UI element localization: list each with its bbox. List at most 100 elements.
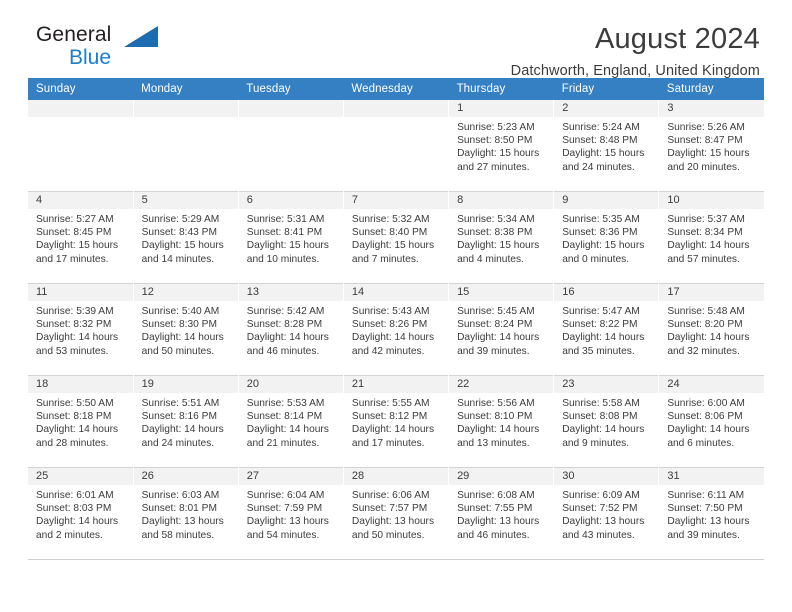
daylight-duration-line1: Daylight: 14 hours <box>351 424 435 436</box>
calendar-day-cell[interactable]: 26 Sunrise: 6:03 AM Sunset: 8:01 PM Dayligh… <box>133 467 239 559</box>
calendar-day-cell[interactable]: 5 Sunrise: 5:29 AM Sunset: 8:43 PM Daylight… <box>133 191 239 284</box>
calendar-day-cell[interactable]: 16 Sunrise: 5:47 AM Sunset: 8:22 PM Dayligh… <box>553 283 660 376</box>
day-cell-content <box>343 100 449 191</box>
calendar-day-cell[interactable]: 21 Sunrise: 5:55 AM Sunset: 8:12 PM Dayligh… <box>343 375 450 468</box>
calendar-day-cell[interactable]: 31 Sunrise: 6:11 AM Sunset: 7:50 PM Dayligh… <box>658 467 764 559</box>
sunset-time: Sunset: 8:40 PM <box>351 227 428 239</box>
day-number: 3 <box>659 100 764 117</box>
sunrise-time: Sunrise: 5:40 AM <box>141 306 220 317</box>
calendar-day-cell[interactable]: 15 Sunrise: 5:45 AM Sunset: 8:24 PM Dayligh… <box>448 283 555 376</box>
calendar-day-cell[interactable]: 19 Sunrise: 5:51 AM Sunset: 8:16 PM Dayligh… <box>133 375 239 468</box>
daylight-duration-line2: and 10 minutes. <box>246 253 320 265</box>
daylight-duration-line2: and 43 minutes. <box>562 529 635 541</box>
calendar-empty-cell <box>343 100 450 192</box>
day-detail-lines: Sunrise: 5:34 AM Sunset: 8:38 PM Daylight:… <box>449 209 553 266</box>
calendar-day-cell[interactable]: 29 Sunrise: 6:08 AM Sunset: 7:55 PM Dayligh… <box>448 467 555 559</box>
day-cell-content: 22 Sunrise: 5:56 AM Sunset: 8:10 PM Dayligh… <box>449 376 554 467</box>
day-cell-content: 7 Sunrise: 5:32 AM Sunset: 8:40 PM Daylight… <box>343 192 449 283</box>
sunset-time: Sunset: 7:59 PM <box>246 503 323 515</box>
calendar-day-cell[interactable]: 6 Sunrise: 5:31 AM Sunset: 8:41 PM Daylight… <box>238 191 344 284</box>
calendar-day-cell[interactable]: 3 Sunrise: 5:26 AM Sunset: 8:47 PM Daylight… <box>658 100 764 192</box>
sunrise-time: Sunrise: 6:09 AM <box>562 490 640 501</box>
day-detail-lines: Sunrise: 5:35 AM Sunset: 8:36 PM Daylight:… <box>554 209 658 266</box>
page-title: August 2024 <box>594 23 760 55</box>
calendar-day-cell[interactable]: 11 Sunrise: 5:39 AM Sunset: 8:32 PM Dayligh… <box>28 283 134 376</box>
day-number: 11 <box>28 284 133 301</box>
calendar-day-cell[interactable]: 22 Sunrise: 5:56 AM Sunset: 8:10 PM Dayligh… <box>448 375 555 468</box>
daylight-duration-line1: Daylight: 15 hours <box>667 148 750 160</box>
calendar-day-cell[interactable]: 9 Sunrise: 5:35 AM Sunset: 8:36 PM Daylight… <box>553 191 660 284</box>
day-detail-lines: Sunrise: 6:01 AM Sunset: 8:03 PM Daylight:… <box>28 485 133 542</box>
table-bottom-rule <box>28 559 764 560</box>
daylight-duration-line1: Daylight: 13 hours <box>562 516 645 528</box>
sunrise-time: Sunrise: 5:34 AM <box>457 214 535 225</box>
day-cell-content: 4 Sunrise: 5:27 AM Sunset: 8:45 PM Daylight… <box>28 192 133 283</box>
sunrise-time: Sunrise: 6:00 AM <box>667 398 745 409</box>
daylight-duration-line1: Daylight: 15 hours <box>141 240 224 252</box>
sunrise-time: Sunrise: 5:51 AM <box>141 398 220 409</box>
sunset-time: Sunset: 7:50 PM <box>667 503 743 515</box>
daylight-duration-line1: Daylight: 14 hours <box>36 516 119 528</box>
sunrise-time: Sunrise: 5:47 AM <box>562 306 640 317</box>
daylight-duration-line2: and 6 minutes. <box>667 437 735 449</box>
daylight-duration-line2: and 14 minutes. <box>141 253 215 265</box>
day-number: 28 <box>343 468 449 485</box>
sunrise-time: Sunrise: 6:08 AM <box>457 490 535 501</box>
day-number: 19 <box>133 376 238 393</box>
calendar-day-cell[interactable]: 1 Sunrise: 5:23 AM Sunset: 8:50 PM Daylight… <box>448 100 555 192</box>
sunrise-time: Sunrise: 5:27 AM <box>36 214 114 225</box>
calendar-day-cell[interactable]: 27 Sunrise: 6:04 AM Sunset: 7:59 PM Dayligh… <box>238 467 344 559</box>
calendar-day-cell[interactable]: 12 Sunrise: 5:40 AM Sunset: 8:30 PM Dayligh… <box>133 283 239 376</box>
sunrise-time: Sunrise: 5:37 AM <box>667 214 745 225</box>
day-number: 12 <box>133 284 238 301</box>
day-cell-content <box>28 100 133 191</box>
day-detail-lines: Sunrise: 6:09 AM Sunset: 7:52 PM Daylight:… <box>554 485 658 542</box>
location-subtitle: Datchworth, England, United Kingdom <box>510 63 760 80</box>
day-number: 15 <box>449 284 554 301</box>
calendar-day-cell[interactable]: 18 Sunrise: 5:50 AM Sunset: 8:18 PM Dayligh… <box>28 375 134 468</box>
day-cell-content: 13 Sunrise: 5:42 AM Sunset: 8:28 PM Dayligh… <box>238 284 343 375</box>
sunset-time: Sunset: 8:32 PM <box>36 319 112 331</box>
daylight-duration-line2: and 27 minutes. <box>457 161 530 173</box>
day-number: 26 <box>133 468 238 485</box>
day-cell-content: 10 Sunrise: 5:37 AM Sunset: 8:34 PM Dayligh… <box>659 192 764 283</box>
calendar-day-cell[interactable]: 13 Sunrise: 5:42 AM Sunset: 8:28 PM Dayligh… <box>238 283 344 376</box>
sunrise-time: Sunrise: 5:23 AM <box>457 122 535 133</box>
day-detail-lines: Sunrise: 5:55 AM Sunset: 8:12 PM Daylight:… <box>344 393 448 450</box>
calendar-day-cell[interactable]: 17 Sunrise: 5:48 AM Sunset: 8:20 PM Dayligh… <box>658 283 764 376</box>
brand-logo[interactable]: General Blue <box>28 24 208 76</box>
day-cell-content: 27 Sunrise: 6:04 AM Sunset: 7:59 PM Dayligh… <box>238 468 343 559</box>
calendar-day-cell[interactable]: 20 Sunrise: 5:53 AM Sunset: 8:14 PM Dayligh… <box>238 375 344 468</box>
day-detail-lines: Sunrise: 5:23 AM Sunset: 8:50 PM Daylight:… <box>449 117 553 174</box>
calendar-day-cell[interactable]: 24 Sunrise: 6:00 AM Sunset: 8:06 PM Dayligh… <box>658 375 764 468</box>
sunset-time: Sunset: 8:41 PM <box>246 227 323 239</box>
daylight-duration-line2: and 17 minutes. <box>36 253 109 265</box>
day-number: 1 <box>449 100 554 117</box>
day-cell-content: 12 Sunrise: 5:40 AM Sunset: 8:30 PM Dayligh… <box>133 284 238 375</box>
day-number: 29 <box>449 468 554 485</box>
day-detail-lines: Sunrise: 6:00 AM Sunset: 8:06 PM Daylight:… <box>659 393 764 450</box>
daylight-duration-line1: Daylight: 14 hours <box>36 424 119 436</box>
sunset-time: Sunset: 8:20 PM <box>667 319 743 331</box>
calendar-day-cell[interactable]: 8 Sunrise: 5:34 AM Sunset: 8:38 PM Daylight… <box>448 191 555 284</box>
sunrise-time: Sunrise: 5:35 AM <box>562 214 640 225</box>
calendar-day-cell[interactable]: 14 Sunrise: 5:43 AM Sunset: 8:26 PM Dayligh… <box>343 283 450 376</box>
calendar-day-cell[interactable]: 7 Sunrise: 5:32 AM Sunset: 8:40 PM Daylight… <box>343 191 450 284</box>
daylight-duration-line2: and 7 minutes. <box>351 253 419 265</box>
calendar-day-cell[interactable]: 2 Sunrise: 5:24 AM Sunset: 8:48 PM Daylight… <box>553 100 660 192</box>
day-detail-lines: Sunrise: 5:51 AM Sunset: 8:16 PM Daylight:… <box>134 393 238 450</box>
calendar-day-cell[interactable]: 30 Sunrise: 6:09 AM Sunset: 7:52 PM Dayligh… <box>553 467 660 559</box>
calendar-day-cell[interactable]: 28 Sunrise: 6:06 AM Sunset: 7:57 PM Dayligh… <box>343 467 450 559</box>
sunset-time: Sunset: 8:01 PM <box>141 503 217 515</box>
sunrise-time: Sunrise: 5:56 AM <box>457 398 535 409</box>
calendar-day-cell[interactable]: 23 Sunrise: 5:58 AM Sunset: 8:08 PM Dayligh… <box>553 375 660 468</box>
calendar-day-cell[interactable]: 10 Sunrise: 5:37 AM Sunset: 8:34 PM Dayligh… <box>658 191 764 284</box>
day-cell-content: 17 Sunrise: 5:48 AM Sunset: 8:20 PM Dayligh… <box>659 284 764 375</box>
weekday-header-saturday: Saturday <box>658 78 764 100</box>
calendar-day-cell[interactable]: 4 Sunrise: 5:27 AM Sunset: 8:45 PM Daylight… <box>28 191 134 284</box>
daylight-duration-line2: and 46 minutes. <box>246 345 320 357</box>
calendar-day-cell[interactable]: 25 Sunrise: 6:01 AM Sunset: 8:03 PM Dayligh… <box>28 467 134 559</box>
weekday-header-wednesday: Wednesday <box>343 78 449 100</box>
sunset-time: Sunset: 8:50 PM <box>457 135 533 147</box>
brand-name-top: General <box>36 23 112 46</box>
